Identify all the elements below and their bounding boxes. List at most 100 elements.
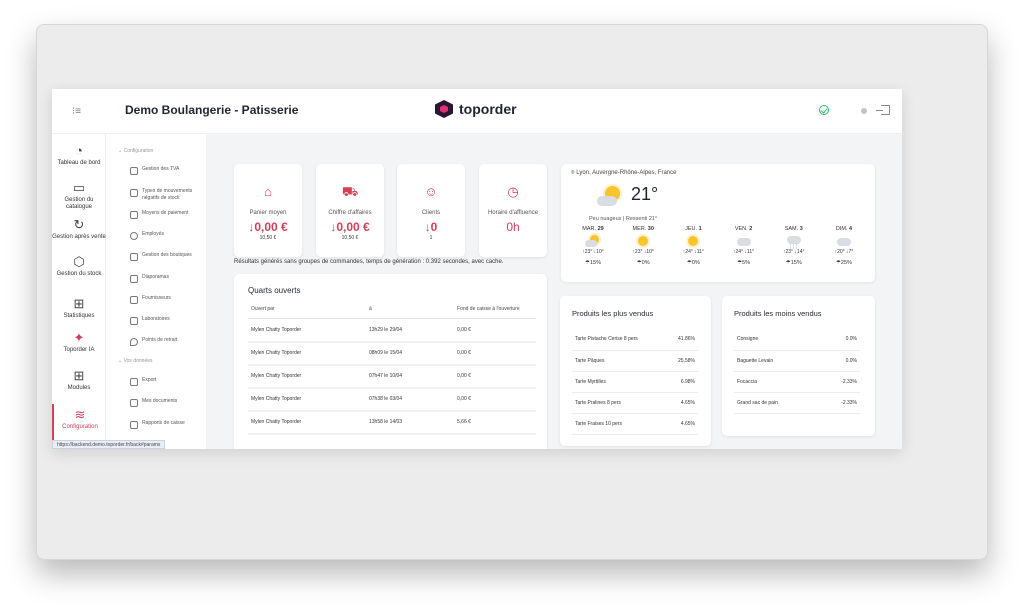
image-icon xyxy=(130,275,138,283)
forecast-day-number: 3 xyxy=(799,226,803,232)
open-shifts-card: Quarts ouverts Ouvert par à Fond de cais… xyxy=(234,274,547,449)
submenu-item-export[interactable]: Export xyxy=(130,377,206,386)
sidebar-item-statistiques[interactable]: ⊞ Statistiques xyxy=(52,297,106,320)
table-row[interactable]: Tarte Pistache Cerise 8 pers 41.86% xyxy=(572,329,698,351)
forecast-day-name: MAR. xyxy=(582,226,597,232)
submenu-item-label: Rapports de caisse xyxy=(142,420,185,426)
submenu-item-fournisseurs[interactable]: Fournisseurs xyxy=(130,295,206,304)
kpi-card-chiffre-affaires[interactable]: ⛟ Chiffre d'affaires ↓0,00 € 10,50 € xyxy=(316,164,384,257)
submenu-item-points-retrait[interactable]: Points de retrait xyxy=(130,337,206,346)
table-row[interactable]: Tarte Myrtilles 6.98% xyxy=(572,371,698,393)
table-row[interactable]: Grand sac de pain -2.33% xyxy=(734,392,860,414)
submenu-item-label: Mes documents xyxy=(142,398,178,404)
table-row[interactable]: Mylen Chatty Toporder 08h09 le 15/04 0,00 … xyxy=(248,341,536,366)
open-shifts-title: Quarts ouverts xyxy=(248,286,301,295)
submenu-item-boutiques[interactable]: Gestion des boutiques xyxy=(130,252,206,261)
column-header: à xyxy=(366,302,454,319)
check-circle-icon[interactable] xyxy=(819,105,829,115)
kpi-value: ↓0 xyxy=(424,220,438,234)
forecast-rain: 0% xyxy=(641,260,650,266)
weather-temperature: 21° xyxy=(631,184,659,204)
forecast-day-number: 1 xyxy=(698,226,702,232)
submenu-item-label: Gestion des TVA xyxy=(142,166,180,172)
forecast-day-number: 30 xyxy=(647,226,654,232)
product-share: 0.0% xyxy=(819,350,860,372)
cloud-icon xyxy=(836,235,852,247)
settings-dot-icon[interactable] xyxy=(861,108,867,114)
sidebar-item-toporder-ia[interactable]: ✦ Toporder IA xyxy=(52,331,106,354)
forecast-day: MER. 30 ↑23° ↓10° ☂0% xyxy=(621,226,665,266)
factory-icon xyxy=(130,317,138,325)
list-icon[interactable]: ⁝≡ xyxy=(72,106,81,117)
table-row[interactable]: Mylen Chatty Toporder 07h38 le 03/04 0,00 … xyxy=(248,387,536,412)
table-row[interactable]: Consigne 0.0% xyxy=(734,329,860,351)
table-row[interactable]: Tarte Fraises 10 pers 4.65% xyxy=(572,413,698,435)
basket-icon: ⌂ xyxy=(264,184,272,199)
submenu-item-rapports[interactable]: Rapports de caisse xyxy=(130,420,206,429)
table-row[interactable]: Mylen Chatty Toporder 07h47 le 10/04 0,00 … xyxy=(248,364,536,389)
sidebar-item-apres-vente[interactable]: ↻ Gestion après vente xyxy=(52,218,106,241)
submenu-item-laboratoires[interactable]: Laboratoires xyxy=(130,316,206,325)
submenu-item-mouvements[interactable]: Types de mouvements négatifs de stock xyxy=(130,188,206,202)
sidebar-item-modules[interactable]: ⊞ Modules xyxy=(52,369,106,392)
weather-forecast: MAR. 29 ↑23° ↓10° ☂15% MER. 30 ↑23° ↓10°… xyxy=(571,226,866,266)
table-row[interactable]: Baguette Levain 0.0% xyxy=(734,350,860,372)
weather-description: Peu nuageux | Ressenti 21° xyxy=(589,216,658,222)
kpi-previous-value: 10,50 € xyxy=(259,235,277,241)
submenu-item-employes[interactable]: Employés xyxy=(130,231,206,240)
sidebar-item-catalogue[interactable]: ▭ Gestion du catalogue xyxy=(52,181,106,211)
worst-sellers-card: Produits les moins vendus Consigne 0.0% B… xyxy=(722,296,875,436)
forecast-day-name: SAM. xyxy=(784,226,799,232)
kpi-card-panier-moyen[interactable]: ⌂ Panier moyen ↓0,00 € 10,50 € xyxy=(234,164,302,257)
submenu-item-paiement[interactable]: Moyens de paiement xyxy=(130,210,206,219)
best-sellers-title: Produits les plus vendus xyxy=(572,309,654,318)
table-cell: 13h29 le 29/04 xyxy=(366,318,454,343)
forecast-day-name: DIM. xyxy=(835,226,848,232)
cube-icon xyxy=(130,189,138,197)
product-share: -2.33% xyxy=(819,392,860,414)
sidebar-item-tableau-de-bord[interactable]: ◔ Tableau de bord xyxy=(52,144,106,167)
forecast-day: MAR. 29 ↑23° ↓10° ☂15% xyxy=(571,226,615,266)
sparkle-icon: ✦ xyxy=(73,330,85,345)
table-row[interactable]: Focaccia -2.33% xyxy=(734,371,860,393)
product-name: Grand sac de pain xyxy=(734,392,820,414)
submenu-section-configuration[interactable]: ⌄ Configuration xyxy=(118,148,153,154)
submenu-item-label: Diaporamas xyxy=(142,274,169,280)
best-sellers-table: Tarte Pistache Cerise 8 pers 41.86% Tarte… xyxy=(572,329,698,435)
submenu-item-diaporamas[interactable]: Diaporamas xyxy=(130,274,206,283)
forecast-rain: 15% xyxy=(790,260,802,266)
stopwatch-icon: ◷ xyxy=(507,184,519,199)
truck-icon xyxy=(130,296,138,304)
table-row[interactable]: Mylen Chatty Toporder 13h58 le 14/03 5,66 … xyxy=(248,410,536,435)
sidebar-item-configuration[interactable]: ≋ Configuration xyxy=(52,404,106,440)
logout-icon[interactable] xyxy=(876,105,890,115)
table-cell: 0,00 € xyxy=(454,341,536,366)
submenu-item-documents[interactable]: Mes documents xyxy=(130,398,206,407)
kpi-label: Panier moyen xyxy=(249,210,287,216)
card-icon xyxy=(130,211,138,219)
status-url: https://backend.demo.toporder.fr/back#pa… xyxy=(52,440,166,449)
brand-logo[interactable]: toporder xyxy=(435,100,517,118)
database-icon xyxy=(130,378,138,386)
forecast-rain: 5% xyxy=(742,260,750,266)
submenu-item-label: Laboratoires xyxy=(142,316,170,322)
forecast-range: ↑23° ↓10° xyxy=(582,249,604,255)
product-share: 4.65% xyxy=(666,392,698,414)
table-row[interactable]: Tarte Pâques 25.58% xyxy=(572,350,698,372)
kpi-value: ↓0,00 € xyxy=(330,220,370,234)
kpi-card-horaire-affluence[interactable]: ◷ Horaire d'affluence 0h xyxy=(479,164,547,257)
product-name: Consigne xyxy=(734,329,820,351)
product-share: 6.98% xyxy=(666,371,698,393)
kpi-card-clients[interactable]: ☺ Clients ↓0 1 xyxy=(397,164,465,257)
table-row[interactable]: Tarte Pralines 8 pers 4.65% xyxy=(572,392,698,414)
sidebar-item-label: Gestion du stock xyxy=(56,271,102,277)
product-name: Tarte Myrtilles xyxy=(572,371,667,393)
submenu-item-tva[interactable]: Gestion des TVA xyxy=(130,166,206,175)
sliders-icon: ≋ xyxy=(74,407,86,422)
kpi-label: Chiffre d'affaires xyxy=(328,210,372,216)
table-row[interactable]: Mylen Chatty Toporder 13h29 le 29/04 0,00 … xyxy=(248,318,536,343)
submenu-item-label: Employés xyxy=(142,231,164,237)
submenu-section-donnees[interactable]: ⌄ Vos données xyxy=(118,358,153,364)
sidebar-item-stock[interactable]: ⬡ Gestion du stock xyxy=(52,255,106,278)
sidebar-item-label: Modules xyxy=(67,385,91,391)
